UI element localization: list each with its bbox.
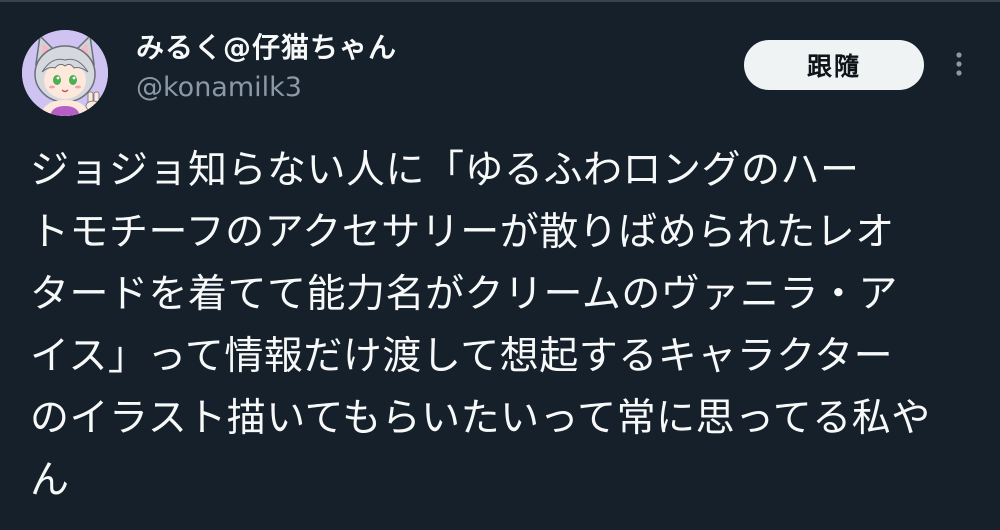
author-handle[interactable]: @konamilk3: [136, 72, 302, 103]
author-avatar[interactable]: [22, 30, 108, 116]
tweet-text-line: のイラスト描いてもらいたいって常に思ってる私や: [30, 396, 931, 441]
avatar-cat-girl-icon: [22, 30, 108, 116]
tweet-text-line: トモチーフのアクセサリーが散りばめられたレオ: [30, 210, 895, 255]
tweet-text-line: ジョジョ知らない人に「ゆるふわロングのハー: [30, 148, 860, 193]
more-dots-icon: [956, 52, 962, 76]
tweet-text-line: イス」って情報だけ渡して想起するキャラクター: [30, 334, 894, 379]
author-display-name[interactable]: みるく@仔猫ちゃん: [136, 26, 397, 66]
tweet-text: ジョジョ知らない人に「ゆるふわロングのハー トモチーフのアクセサリーが散りばめら…: [30, 140, 970, 512]
top-divider: [0, 0, 1000, 2]
tweet-text-line: ん: [30, 458, 70, 503]
tweet-text-line: タードを着てて能力名がクリームのヴァニラ・ア: [30, 272, 898, 317]
follow-button[interactable]: 跟隨: [744, 40, 924, 90]
more-options-button[interactable]: [945, 46, 973, 82]
